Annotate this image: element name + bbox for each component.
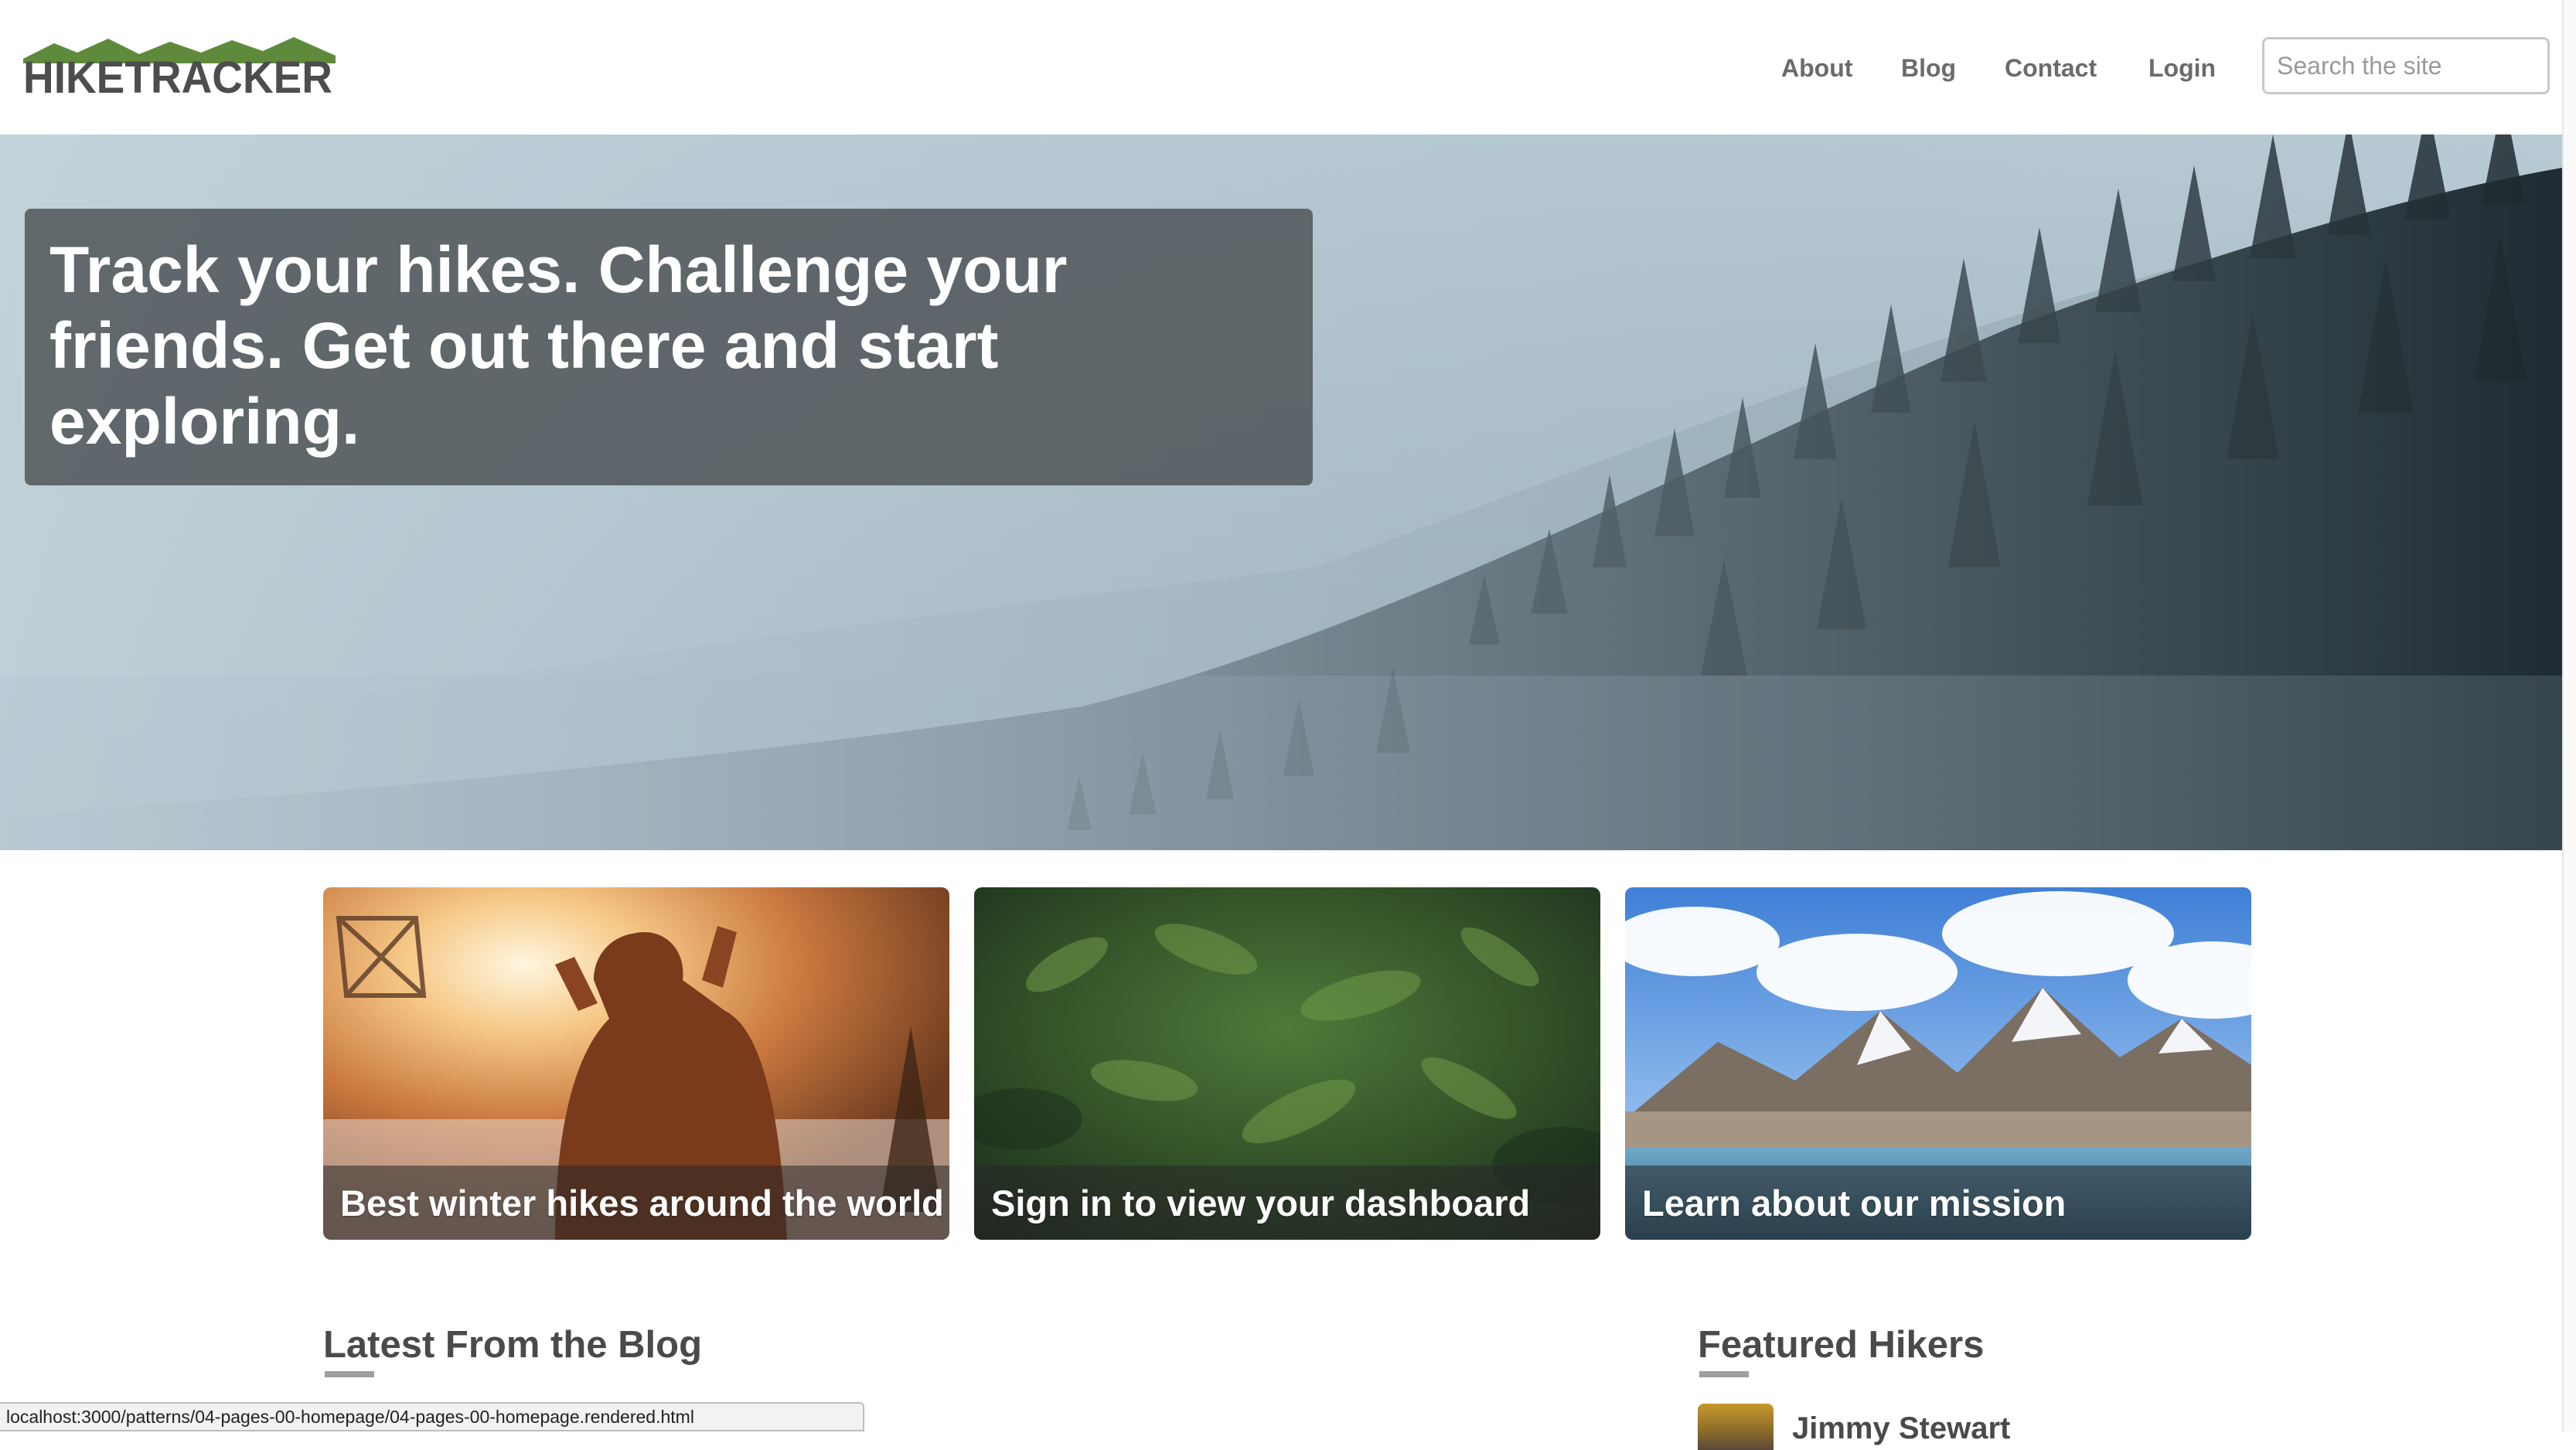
nav-login-link[interactable]: Login	[2148, 51, 2216, 85]
card-caption: Learn about our mission	[1625, 1166, 2251, 1240]
nav-about-link[interactable]: About	[1781, 51, 1852, 85]
card-caption: Sign in to view your dashboard	[974, 1166, 1600, 1240]
card-title: Sign in to view your dashboard	[991, 1182, 1531, 1224]
site-search-input[interactable]	[2262, 37, 2550, 94]
nav-blog-link[interactable]: Blog	[1901, 51, 1956, 85]
card-caption: Best winter hikes around the world	[323, 1166, 949, 1240]
site-logo[interactable]: HIKETRACKER	[23, 36, 336, 96]
hero-headline: Track your hikes. Challenge your friends…	[49, 233, 1068, 458]
featured-hikers-heading: Featured Hikers	[1698, 1324, 1985, 1366]
heading-underline	[1699, 1371, 1749, 1377]
card-mission[interactable]: Learn about our mission	[1625, 887, 2251, 1240]
avatar[interactable]	[1698, 1404, 1774, 1450]
scrollbar[interactable]	[2562, 0, 2576, 1431]
card-winter-hikes[interactable]: Best winter hikes around the world	[323, 887, 949, 1240]
card-title: Learn about our mission	[1642, 1182, 2067, 1224]
hero-headline-box: Track your hikes. Challenge your friends…	[25, 209, 1313, 485]
site-header: HIKETRACKER About Blog Contact Login	[0, 0, 2576, 134]
feature-cards: Best winter hikes around the world Sign …	[0, 887, 2576, 1240]
hero-banner: Track your hikes. Challenge your friends…	[0, 134, 2576, 850]
hiketracker-logo-icon: HIKETRACKER	[23, 37, 336, 96]
featured-hiker-name[interactable]: Jimmy Stewart	[1792, 1410, 2010, 1447]
nav-contact-link[interactable]: Contact	[2005, 51, 2097, 85]
card-dashboard[interactable]: Sign in to view your dashboard	[974, 887, 1600, 1240]
heading-underline	[325, 1371, 374, 1377]
status-url: localhost:3000/patterns/04-pages-00-home…	[6, 1407, 694, 1427]
card-title: Best winter hikes around the world	[340, 1182, 944, 1224]
browser-status-bar: localhost:3000/patterns/04-pages-00-home…	[0, 1402, 864, 1431]
logo-wordmark: HIKETRACKER	[23, 53, 332, 96]
blog-section-heading: Latest From the Blog	[323, 1324, 703, 1366]
